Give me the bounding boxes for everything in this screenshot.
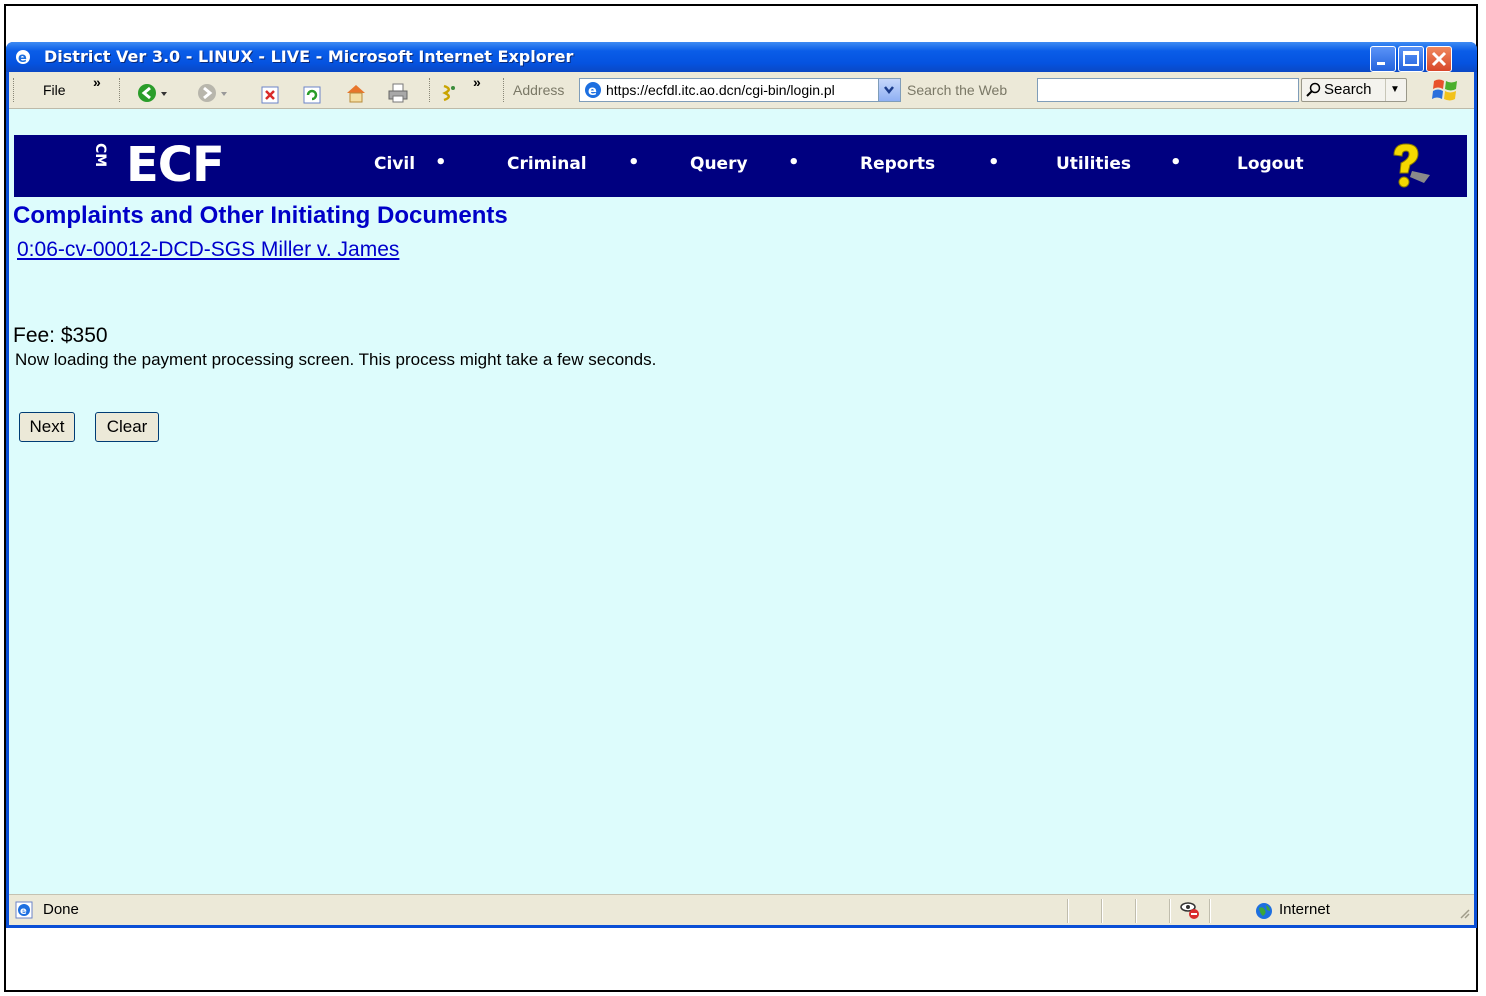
nav-utilities[interactable]: Utilities: [1056, 154, 1131, 174]
print-icon[interactable]: [387, 80, 409, 103]
next-button[interactable]: Next: [19, 412, 75, 442]
refresh-icon[interactable]: [303, 81, 321, 104]
nav-criminal[interactable]: Criminal: [507, 154, 587, 174]
title-bar: e District Ver 3.0 - LINUX - LIVE - Micr…: [6, 42, 1477, 72]
logo-cm: CM: [92, 143, 108, 168]
privacy-blocked-icon[interactable]: [1179, 899, 1201, 925]
nav-separator: •: [988, 152, 1000, 173]
status-divider: [1067, 899, 1069, 923]
status-page-icon: e: [15, 901, 33, 923]
svg-text:e: e: [20, 906, 27, 917]
minimize-button[interactable]: [1370, 46, 1396, 72]
internet-zone-label: Internet: [1279, 901, 1330, 918]
svg-text:e: e: [18, 51, 27, 66]
browser-window: e District Ver 3.0 - LINUX - LIVE - Micr…: [6, 42, 1477, 928]
help-icon[interactable]: [1384, 141, 1434, 195]
ie-icon: e: [14, 48, 32, 66]
address-url[interactable]: https://ecfdl.itc.ao.dcn/cgi-bin/login.p…: [606, 79, 874, 101]
status-divider: [1135, 899, 1137, 923]
nav-reports[interactable]: Reports: [860, 154, 935, 174]
nav-separator: •: [628, 152, 640, 173]
loading-message: Now loading the payment processing scree…: [15, 350, 657, 369]
search-web-label: Search the Web: [907, 82, 1008, 98]
nav-separator: •: [435, 152, 447, 173]
search-button[interactable]: Search ▼: [1301, 78, 1407, 102]
address-label: Address: [513, 82, 565, 98]
file-menu[interactable]: File: [43, 72, 66, 108]
page-icon: e: [584, 81, 602, 103]
status-divider: [1169, 899, 1171, 923]
more-tools-chevron[interactable]: »: [473, 64, 481, 100]
close-button[interactable]: [1426, 46, 1452, 72]
internet-zone-icon: [1255, 902, 1273, 924]
fee-amount: Fee: $350: [13, 324, 108, 347]
back-icon[interactable]: [137, 80, 171, 102]
clear-button[interactable]: Clear: [95, 412, 159, 442]
status-divider: [1101, 899, 1103, 923]
nav-separator: •: [1170, 152, 1182, 173]
magnifier-icon: [1306, 82, 1322, 105]
resize-grip-icon[interactable]: [1458, 904, 1470, 923]
svg-text:e: e: [588, 84, 597, 99]
ecf-navbar: CM ECF Civil • Criminal • Query • Report…: [14, 135, 1467, 197]
menu-chevron[interactable]: »: [93, 64, 101, 100]
nav-logout[interactable]: Logout: [1237, 154, 1304, 174]
window-title: District Ver 3.0 - LINUX - LIVE - Micros…: [44, 47, 574, 66]
toolbar-grip: [503, 78, 506, 102]
home-icon[interactable]: [345, 80, 367, 103]
nav-separator: •: [788, 152, 800, 173]
page-viewport: CM ECF Civil • Criminal • Query • Report…: [9, 109, 1474, 894]
maximize-button[interactable]: [1398, 46, 1424, 72]
status-bar: e Done Internet: [9, 894, 1474, 925]
media-icon[interactable]: [439, 80, 459, 102]
windows-logo-icon: [1431, 76, 1461, 104]
page-title: Complaints and Other Initiating Document…: [13, 202, 508, 229]
logo-ecf: ECF: [126, 137, 225, 193]
search-dropdown-icon[interactable]: ▼: [1385, 79, 1404, 101]
status-text: Done: [43, 901, 79, 918]
browser-toolbar: File » » Address e https://ecfdl.itc.ao.…: [9, 72, 1474, 109]
address-dropdown-icon[interactable]: [878, 79, 900, 101]
search-button-label: Search: [1324, 81, 1372, 98]
search-web-input[interactable]: [1037, 78, 1299, 102]
address-field[interactable]: e https://ecfdl.itc.ao.dcn/cgi-bin/login…: [579, 78, 901, 102]
status-divider: [1209, 899, 1211, 923]
stop-icon[interactable]: [261, 81, 279, 104]
toolbar-grip: [13, 78, 16, 102]
nav-query[interactable]: Query: [690, 154, 748, 174]
toolbar-grip: [429, 78, 432, 102]
nav-civil[interactable]: Civil: [374, 154, 415, 174]
toolbar-grip: [119, 78, 122, 102]
forward-icon[interactable]: [197, 80, 231, 102]
case-link[interactable]: 0:06-cv-00012-DCD-SGS Miller v. James: [17, 238, 399, 262]
